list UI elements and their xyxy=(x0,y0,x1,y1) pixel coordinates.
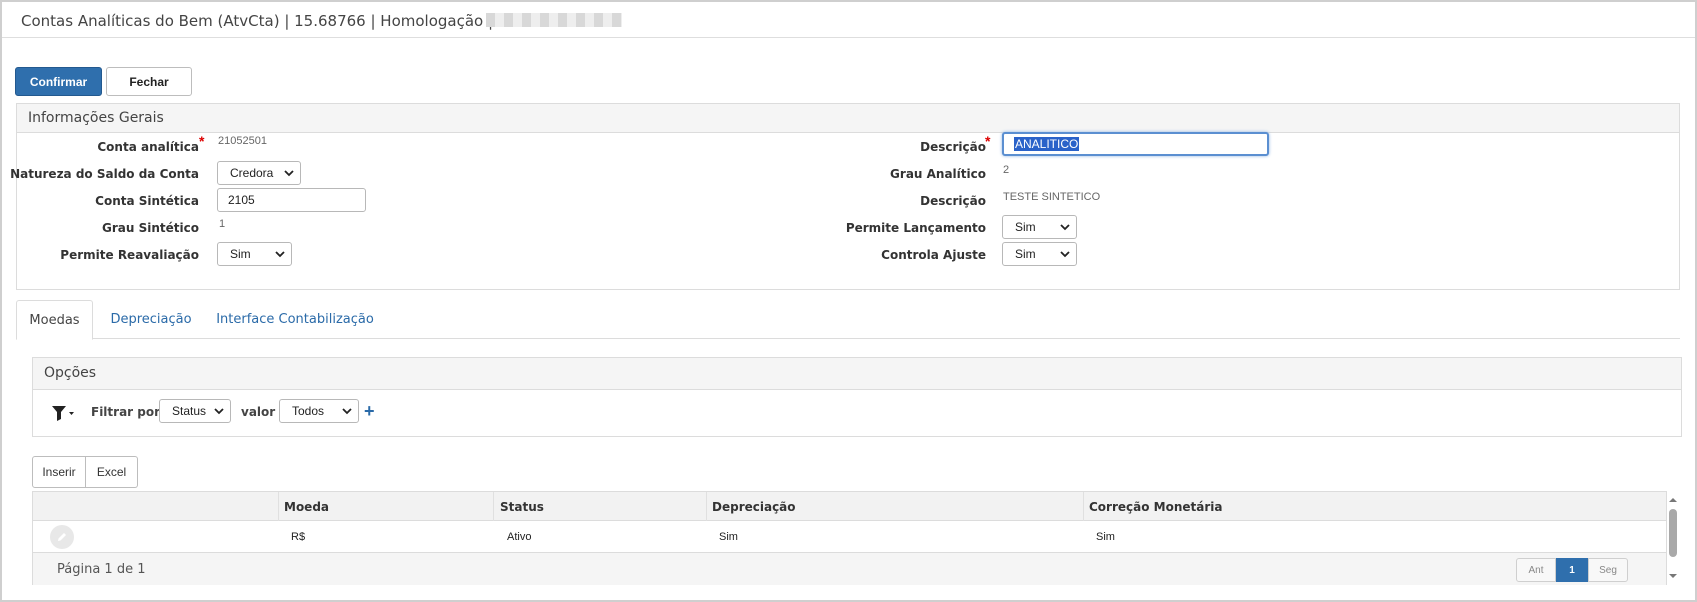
chevron-down-icon xyxy=(1060,251,1070,258)
funnel-icon[interactable] xyxy=(51,404,75,422)
options-title: Opções xyxy=(44,365,97,381)
general-info-panel: Informações Gerais Conta analítica * 210… xyxy=(10,103,1680,290)
options-heading: Opções xyxy=(33,358,1681,390)
tab-interface-contabilizacao[interactable]: Interface Contabilização xyxy=(212,300,378,339)
excel-button[interactable]: Excel xyxy=(86,456,138,488)
pencil-icon[interactable] xyxy=(50,525,74,549)
grau-sintetico-value: 1 xyxy=(219,218,226,230)
redacted-text xyxy=(486,13,622,27)
descricao-label: Descrição xyxy=(920,140,986,154)
permite-lancamento-select[interactable]: Sim xyxy=(1002,215,1077,239)
grau-analitico-value: 2 xyxy=(1003,164,1010,176)
page-info: Página 1 de 1 xyxy=(57,562,146,577)
prev-page-button[interactable]: Ant xyxy=(1516,558,1556,582)
descricao-required: * xyxy=(985,133,991,149)
natureza-select[interactable]: Credora xyxy=(217,161,301,185)
filter-value-value: Todos xyxy=(292,404,325,418)
filter-row: Filtrar por Status valor Todos + xyxy=(33,390,1681,438)
controla-ajuste-select[interactable]: Sim xyxy=(1002,242,1077,266)
chevron-down-icon xyxy=(275,251,285,258)
column-separator xyxy=(493,492,494,521)
permite-reavaliacao-value: Sim xyxy=(230,247,251,261)
permite-reavaliacao-select[interactable]: Sim xyxy=(217,242,292,266)
column-separator xyxy=(1083,492,1084,521)
options-panel: Opções Filtrar por Status valor Todos + xyxy=(32,357,1682,437)
tab-moedas[interactable]: Moedas xyxy=(16,300,93,340)
grau-analitico-label: Grau Analítico xyxy=(890,167,986,181)
cell-moeda: R$ xyxy=(291,531,306,543)
conta-analitica-value: 21052501 xyxy=(218,135,267,147)
column-header-moeda[interactable]: Moeda xyxy=(284,500,329,514)
tab-bar: Moedas Depreciação Interface Contabiliza… xyxy=(16,300,1680,340)
conta-analitica-required: * xyxy=(199,133,205,149)
next-page-button[interactable]: Seg xyxy=(1588,558,1628,582)
column-header-correcao[interactable]: Correção Monetária xyxy=(1089,500,1223,514)
add-filter-button[interactable]: + xyxy=(364,401,375,422)
confirm-button[interactable]: Confirmar xyxy=(15,67,102,96)
column-separator xyxy=(278,492,279,521)
column-header-status[interactable]: Status xyxy=(500,500,544,514)
table-row[interactable]: R$ Ativo Sim Sim xyxy=(33,521,1666,552)
chevron-down-icon xyxy=(214,408,224,415)
chevron-down-icon xyxy=(1060,224,1070,231)
filter-by-label: Filtrar por xyxy=(91,405,161,419)
tab-depreciacao[interactable]: Depreciação xyxy=(106,300,196,339)
conta-sintetica-input[interactable]: 2105 xyxy=(217,188,366,212)
natureza-label: Natureza do Saldo da Conta xyxy=(10,167,199,181)
conta-sintetica-label: Conta Sintética xyxy=(95,194,199,208)
current-page-button[interactable]: 1 xyxy=(1556,558,1588,582)
scroll-down-icon[interactable] xyxy=(1667,571,1679,581)
currency-grid: Moeda Status Depreciação Correção Monetá… xyxy=(32,491,1667,585)
controla-ajuste-value: Sim xyxy=(1015,247,1036,261)
permite-lancamento-value: Sim xyxy=(1015,220,1036,234)
value-label: valor xyxy=(241,405,276,419)
column-header-depreciacao[interactable]: Depreciação xyxy=(712,500,796,514)
filter-field-value: Status xyxy=(172,404,207,418)
descricao-sintetica-label: Descrição xyxy=(920,194,986,208)
descricao-value: ANALITICO xyxy=(1014,137,1080,151)
descricao-input[interactable]: ANALITICO xyxy=(1002,132,1269,156)
scroll-up-icon[interactable] xyxy=(1667,495,1679,505)
insert-button[interactable]: Inserir xyxy=(32,456,86,488)
grid-header: Moeda Status Depreciação Correção Monetá… xyxy=(33,492,1666,521)
controla-ajuste-label: Controla Ajuste xyxy=(881,248,986,262)
title-bar: Contas Analíticas do Bem (AtvCta) | 15.6… xyxy=(2,2,1695,38)
grid-footer: Página 1 de 1 Ant 1 Seg xyxy=(33,552,1666,585)
grid-toolbar: Inserir Excel xyxy=(32,456,138,488)
chevron-down-icon xyxy=(284,170,294,177)
natureza-select-value: Credora xyxy=(230,166,274,180)
descricao-sintetica-value: TESTE SINTETICO xyxy=(1003,191,1101,203)
permite-lancamento-label: Permite Lançamento xyxy=(845,221,986,235)
general-info-heading: Informações Gerais xyxy=(17,104,1679,133)
conta-sintetica-value: 2105 xyxy=(228,193,255,207)
grid-scrollbar[interactable] xyxy=(1667,493,1679,585)
cell-status: Ativo xyxy=(507,531,532,543)
chevron-down-icon xyxy=(342,408,352,415)
cell-correcao: Sim xyxy=(1096,531,1115,543)
column-separator xyxy=(706,492,707,521)
window-title: Contas Analíticas do Bem (AtvCta) | 15.6… xyxy=(21,12,508,30)
cell-depreciacao: Sim xyxy=(719,531,738,543)
close-button[interactable]: Fechar xyxy=(106,67,192,96)
pagination: Ant 1 Seg xyxy=(1516,558,1628,582)
scrollbar-thumb[interactable] xyxy=(1669,509,1677,557)
general-info-title: Informações Gerais xyxy=(28,110,164,126)
permite-reavaliacao-label: Permite Reavaliação xyxy=(60,248,199,262)
filter-value-select[interactable]: Todos xyxy=(279,399,359,423)
grau-sintetico-label: Grau Sintético xyxy=(102,221,199,235)
filter-field-select[interactable]: Status xyxy=(159,399,231,423)
conta-analitica-label: Conta analítica xyxy=(97,140,199,154)
